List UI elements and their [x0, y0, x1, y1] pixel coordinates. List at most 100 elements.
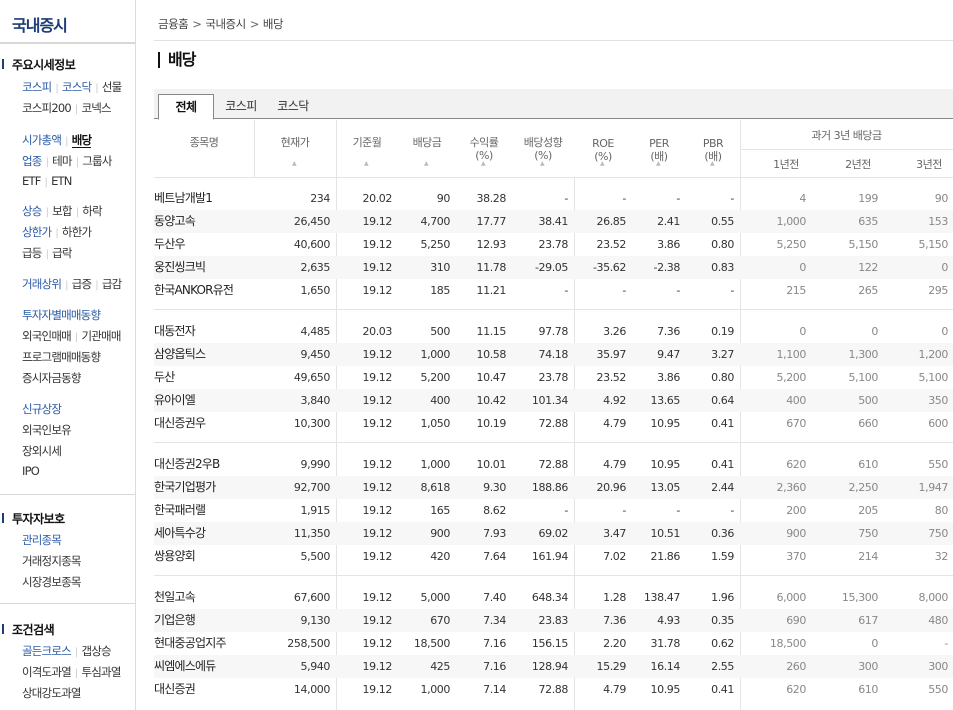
table-row[interactable]: 씨엠에스에듀 5,940 19.12 425 7.16 128.94 15.29 16.14 2…	[154, 655, 953, 678]
sidebar-menu-link[interactable]: 장외시세	[22, 444, 62, 458]
sidebar-menu-link[interactable]: 투심과열	[81, 665, 121, 679]
tab-kosdaq[interactable]: 코스닥	[268, 94, 318, 119]
sidebar-menu-link[interactable]: 증시자금동향	[22, 371, 81, 385]
table-row[interactable]: 천일고속 67,600 19.12 5,000 7.40 648.34 1.28 138.47…	[154, 586, 953, 609]
sidebar-menu-link[interactable]: 테마	[52, 154, 72, 168]
stock-name-link[interactable]: 천일고속	[154, 586, 254, 609]
stock-name-link[interactable]: 기업은행	[154, 609, 254, 632]
stock-name-link[interactable]: 두산우	[154, 233, 254, 256]
table-row[interactable]: 대신증권 14,000 19.12 1,000 7.14 72.88 4.79 10.95 0.…	[154, 678, 953, 701]
sidebar-menu-link[interactable]: 코스닥	[62, 80, 92, 94]
tab-all[interactable]: 전체	[158, 94, 214, 120]
table-row[interactable]: 기업은행 9,130 19.12 670 7.34 23.83 7.36 4.93 0.35 69…	[154, 609, 953, 632]
col-header-yield[interactable]: 수익률 (%)	[456, 136, 512, 162]
sidebar-menu-link[interactable]: 거래상위	[22, 277, 62, 291]
stock-name-link[interactable]: 한국ANKOR유전	[154, 279, 254, 302]
sidebar-menu-link[interactable]: 외국인보유	[22, 423, 72, 437]
stock-name-link[interactable]: 한국패러랠	[154, 499, 254, 522]
table-row[interactable]: 유아이엘 3,840 19.12 400 10.42 101.34 4.92 13.65 0.6…	[154, 389, 953, 412]
col-header-3yr[interactable]: 3년전	[894, 158, 953, 171]
stock-name-link[interactable]: 동양고속	[154, 210, 254, 233]
sidebar-menu-link[interactable]: 급감	[102, 277, 122, 291]
stock-name-link[interactable]: 대신증권2우B	[154, 453, 254, 476]
sort-arrow-icon[interactable]: ▲	[710, 160, 715, 167]
sidebar-menu-link[interactable]: 프로그램매매동향	[22, 350, 101, 364]
col-header-price[interactable]: 현재가	[254, 136, 336, 149]
breadcrumb-domestic[interactable]: 국내증시	[205, 17, 246, 31]
sidebar-menu-link[interactable]: 급등	[22, 246, 42, 260]
sidebar-menu-link[interactable]: 상승	[22, 204, 42, 218]
col-header-dividend[interactable]: 배당금	[398, 136, 456, 149]
stock-name-link[interactable]: 두산	[154, 366, 254, 389]
sidebar-section-heading[interactable]: 투자자보호	[2, 510, 65, 527]
sidebar-menu-link[interactable]: 투자자별매매동향	[22, 308, 101, 322]
table-row[interactable]: 베트남개발1 234 20.02 90 38.28 - - - - 4 199 90	[154, 187, 953, 210]
stock-name-link[interactable]: 삼양옵틱스	[154, 343, 254, 366]
table-row[interactable]: 한국기업평가 92,700 19.12 8,618 9.30 188.86 20.96 13.…	[154, 476, 953, 499]
sidebar-section-heading[interactable]: 조건검색	[1, 621, 55, 638]
sidebar-menu-link[interactable]: 상한가	[22, 225, 52, 239]
breadcrumb-home[interactable]: 금융홈	[158, 17, 189, 31]
sidebar-menu-link[interactable]: ETN	[51, 174, 72, 188]
col-header-base-month[interactable]: 기준월	[336, 136, 398, 149]
stock-name-link[interactable]: 쌍용양회	[154, 545, 254, 568]
sidebar-menu-link[interactable]: 이격도과열	[22, 665, 72, 679]
table-row[interactable]: 대신증권우 10,300 19.12 1,050 10.19 72.88 4.79 10.95…	[154, 412, 953, 435]
sidebar-menu-link[interactable]: 기관매매	[81, 329, 121, 343]
sidebar-menu-link[interactable]: 코넥스	[81, 101, 111, 115]
sidebar-menu-link[interactable]: 선물	[102, 80, 122, 94]
table-row[interactable]: 삼양옵틱스 9,450 19.12 1,000 10.58 74.18 35.97 9.47 3…	[154, 343, 953, 366]
stock-name-link[interactable]: 대신증권우	[154, 412, 254, 435]
sidebar-menu-link[interactable]: 코스피	[22, 80, 52, 94]
sort-arrow-icon[interactable]: ▲	[364, 160, 369, 167]
sidebar-menu-link[interactable]: 코스피200	[22, 101, 72, 115]
sidebar-menu-link[interactable]: 하락	[82, 204, 102, 218]
sidebar-menu-link[interactable]: 업종	[22, 154, 42, 168]
col-header-1yr[interactable]: 1년전	[750, 158, 822, 171]
table-row[interactable]: 쌍용양회 5,500 19.12 420 7.64 161.94 7.02 21.86 1.59…	[154, 545, 953, 568]
sidebar-menu-link[interactable]: 외국인매매	[22, 329, 72, 343]
sidebar-menu-link[interactable]: 배당	[71, 133, 92, 148]
table-row[interactable]: 세아특수강 11,350 19.12 900 7.93 69.02 3.47 10.51 0.3…	[154, 522, 953, 545]
stock-name-link[interactable]: 대동전자	[154, 320, 254, 343]
sidebar-menu-link[interactable]: 신규상장	[22, 402, 62, 416]
col-header-2yr[interactable]: 2년전	[822, 158, 894, 171]
sidebar-menu-link[interactable]: 거래정지종목	[22, 554, 81, 568]
stock-name-link[interactable]: 현대중공업지주	[154, 632, 254, 655]
tab-kospi[interactable]: 코스피	[216, 94, 266, 119]
stock-name-link[interactable]: 웅진씽크빅	[154, 256, 254, 279]
sort-arrow-icon[interactable]: ▲	[292, 160, 297, 167]
sidebar-menu-link[interactable]: IPO	[22, 464, 40, 478]
sidebar-menu-link[interactable]: ETF	[22, 174, 41, 188]
sidebar-title[interactable]: 국내증시	[12, 12, 68, 36]
sidebar-menu-link[interactable]: 상대강도과열	[22, 686, 81, 700]
stock-name-link[interactable]: 씨엠에스에듀	[154, 655, 254, 678]
table-row[interactable]: 현대중공업지주 258,500 19.12 18,500 7.16 156.15 2.20 3…	[154, 632, 953, 655]
table-row[interactable]: 웅진씽크빅 2,635 19.12 310 11.78 -29.05 -35.62 -2.38…	[154, 256, 953, 279]
stock-name-link[interactable]: 대신증권	[154, 678, 254, 701]
table-row[interactable]: 두산 49,650 19.12 5,200 10.47 23.78 23.52 3.86 0.8…	[154, 366, 953, 389]
sidebar-menu-link[interactable]: 하한가	[62, 225, 92, 239]
col-header-payout[interactable]: 배당성향 (%)	[512, 136, 574, 162]
stock-name-link[interactable]: 유아이엘	[154, 389, 254, 412]
sort-arrow-icon[interactable]: ▲	[540, 160, 545, 167]
sort-arrow-icon[interactable]: ▲	[424, 160, 429, 167]
stock-name-link[interactable]: 베트남개발1	[154, 187, 254, 210]
sidebar-menu-link[interactable]: 그룹사	[82, 154, 112, 168]
table-row[interactable]: 한국패러랠 1,915 19.12 165 8.62 - - - - 200 205 80	[154, 499, 953, 522]
table-row[interactable]: 동양고속 26,450 19.12 4,700 17.77 38.41 26.85 2.41 0…	[154, 210, 953, 233]
sort-arrow-icon[interactable]: ▲	[600, 160, 605, 167]
sidebar-menu-link[interactable]: 시장경보종목	[22, 575, 81, 589]
sidebar-menu-link[interactable]: 보합	[52, 204, 72, 218]
sidebar-menu-link[interactable]: 급락	[52, 246, 72, 260]
col-header-name[interactable]: 종목명	[154, 136, 254, 149]
sidebar-menu-link[interactable]: 골든크로스	[22, 644, 72, 658]
stock-name-link[interactable]: 세아특수강	[154, 522, 254, 545]
sidebar-menu-link[interactable]: 급증	[72, 277, 92, 291]
sort-arrow-icon[interactable]: ▲	[656, 160, 661, 167]
table-row[interactable]: 대동전자 4,485 20.03 500 11.15 97.78 3.26 7.36 0.19 0…	[154, 320, 953, 343]
sidebar-section-heading[interactable]: 주요시세정보	[1, 56, 76, 73]
sidebar-menu-link[interactable]: 갭상승	[81, 644, 111, 658]
stock-name-link[interactable]: 한국기업평가	[154, 476, 254, 499]
table-row[interactable]: 한국ANKOR유전 1,650 19.12 185 11.21 - - - - 215 265 295	[154, 279, 953, 302]
